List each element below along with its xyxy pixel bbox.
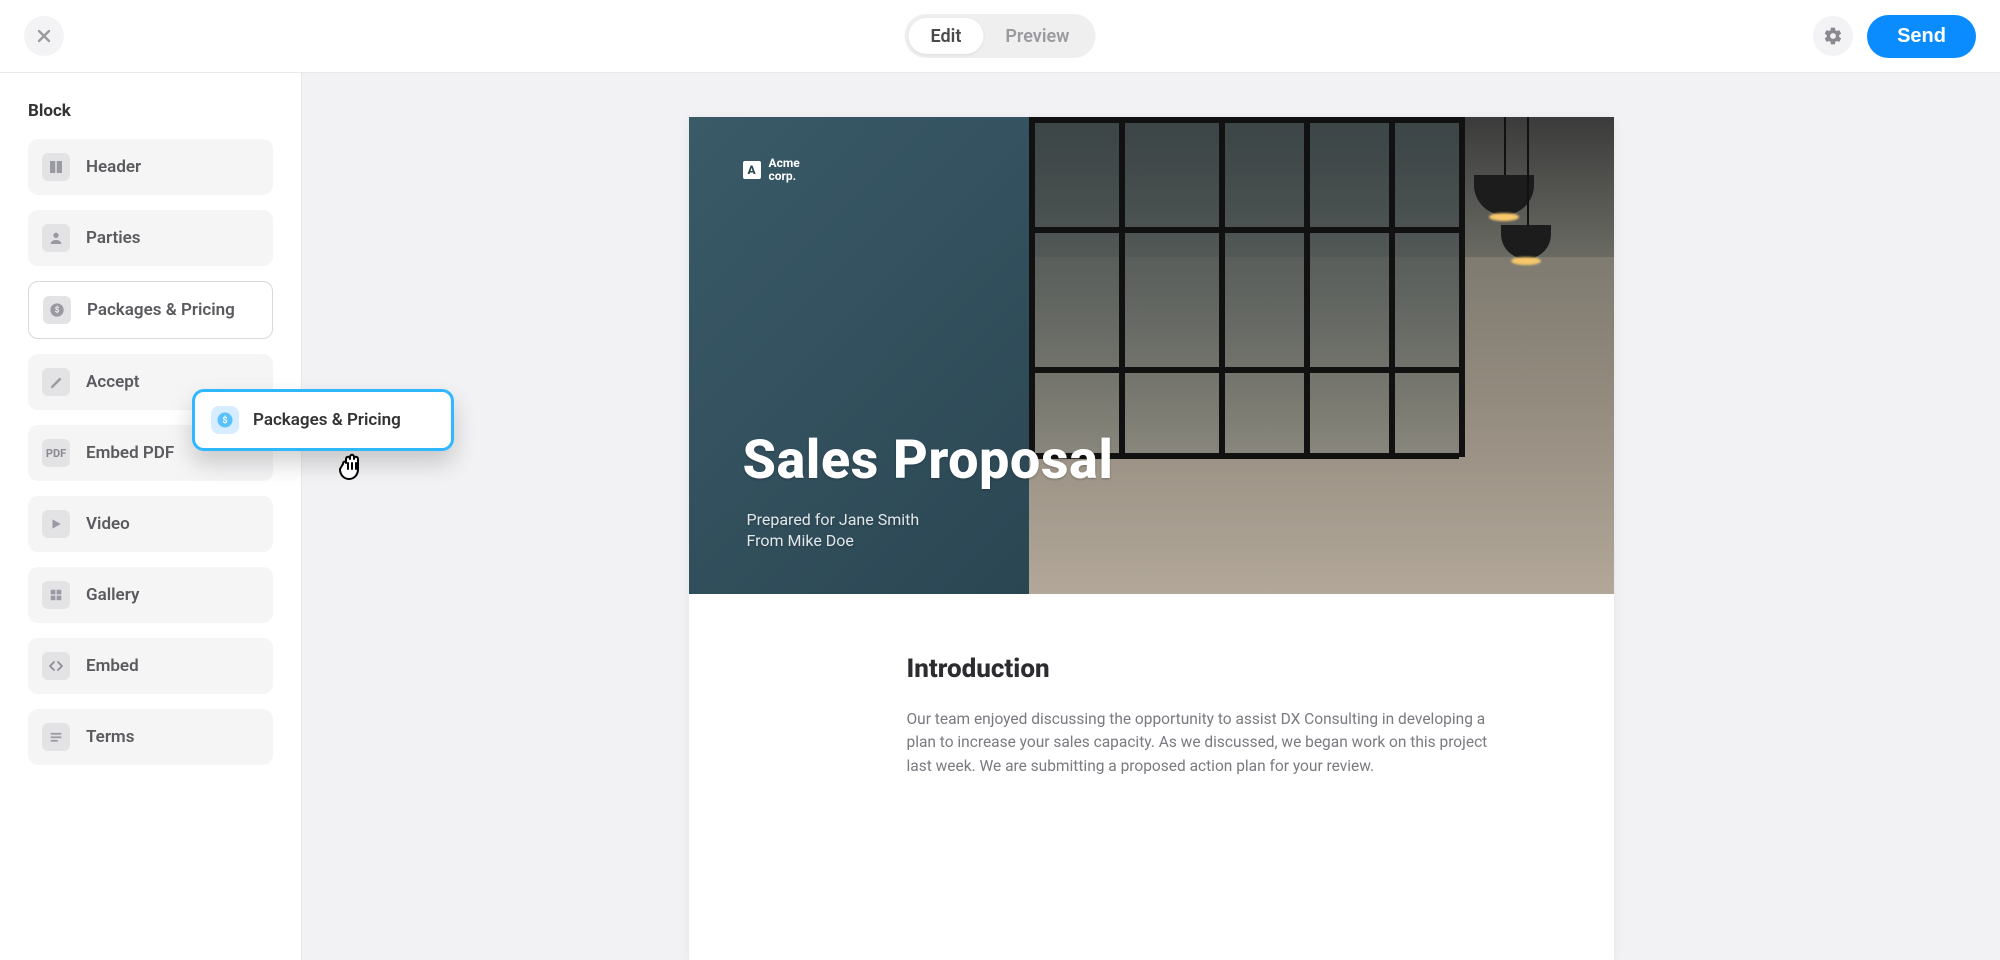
intro-heading[interactable]: Introduction — [907, 654, 1494, 684]
block-label: Parties — [86, 228, 141, 248]
block-label: Packages & Pricing — [87, 300, 235, 320]
block-sidebar: Block Header Parties $ Packages & Pricin… — [0, 73, 302, 960]
block-label: Embed — [86, 656, 139, 676]
block-parties[interactable]: Parties — [28, 210, 273, 266]
dragging-block-chip[interactable]: $ Packages & Pricing — [192, 389, 454, 451]
block-gallery[interactable]: Gallery — [28, 567, 273, 623]
block-terms[interactable]: Terms — [28, 709, 273, 765]
block-packages-pricing[interactable]: $ Packages & Pricing — [28, 281, 273, 339]
topbar: Edit Preview Send — [0, 0, 2000, 73]
grid-icon — [42, 581, 70, 609]
block-header[interactable]: Header — [28, 139, 273, 195]
logo-mark: A — [743, 161, 761, 179]
document-title[interactable]: Sales Proposal — [743, 429, 1114, 492]
grab-cursor-icon — [335, 446, 375, 486]
logo-text: Acme corp. — [769, 157, 800, 182]
settings-button[interactable] — [1813, 16, 1853, 56]
mode-preview[interactable]: Preview — [983, 18, 1091, 54]
block-label: Embed PDF — [86, 443, 174, 463]
close-icon — [36, 28, 52, 44]
body: Block Header Parties $ Packages & Pricin… — [0, 73, 2000, 960]
dragging-block-label: Packages & Pricing — [253, 410, 401, 430]
svg-text:$: $ — [222, 415, 227, 426]
block-embed[interactable]: Embed — [28, 638, 273, 694]
play-icon — [42, 510, 70, 538]
document-subtitle[interactable]: Prepared for Jane Smith From Mike Doe — [747, 509, 920, 552]
hero-photo — [1029, 117, 1614, 594]
company-logo: A Acme corp. — [743, 157, 1029, 182]
block-label: Accept — [86, 372, 140, 392]
send-button[interactable]: Send — [1867, 15, 1976, 58]
user-icon — [42, 224, 70, 252]
sidebar-title: Block — [28, 101, 273, 121]
close-button[interactable] — [24, 16, 64, 56]
hero-block[interactable]: A Acme corp. — [689, 117, 1614, 594]
document-canvas[interactable]: A Acme corp. — [302, 73, 2000, 960]
block-video[interactable]: Video — [28, 496, 273, 552]
lines-icon — [42, 723, 70, 751]
intro-body[interactable]: Our team enjoyed discussing the opportun… — [907, 708, 1494, 778]
block-label: Gallery — [86, 585, 139, 605]
mode-edit[interactable]: Edit — [909, 18, 984, 54]
prepared-for: Prepared for Jane Smith — [747, 509, 920, 531]
pencil-icon — [42, 368, 70, 396]
intro-block[interactable]: Introduction Our team enjoyed discussing… — [689, 594, 1614, 818]
block-label: Terms — [86, 727, 134, 747]
block-label: Header — [86, 157, 141, 177]
code-icon — [42, 652, 70, 680]
dollar-icon: $ — [43, 296, 71, 324]
header-icon — [42, 153, 70, 181]
pdf-icon: PDF — [42, 439, 70, 467]
block-label: Video — [86, 514, 130, 534]
mode-switch: Edit Preview — [905, 14, 1096, 58]
dollar-icon: $ — [211, 406, 239, 434]
document: A Acme corp. — [689, 117, 1614, 960]
gear-icon — [1823, 26, 1843, 46]
from-line: From Mike Doe — [747, 530, 920, 552]
svg-text:$: $ — [55, 306, 60, 315]
